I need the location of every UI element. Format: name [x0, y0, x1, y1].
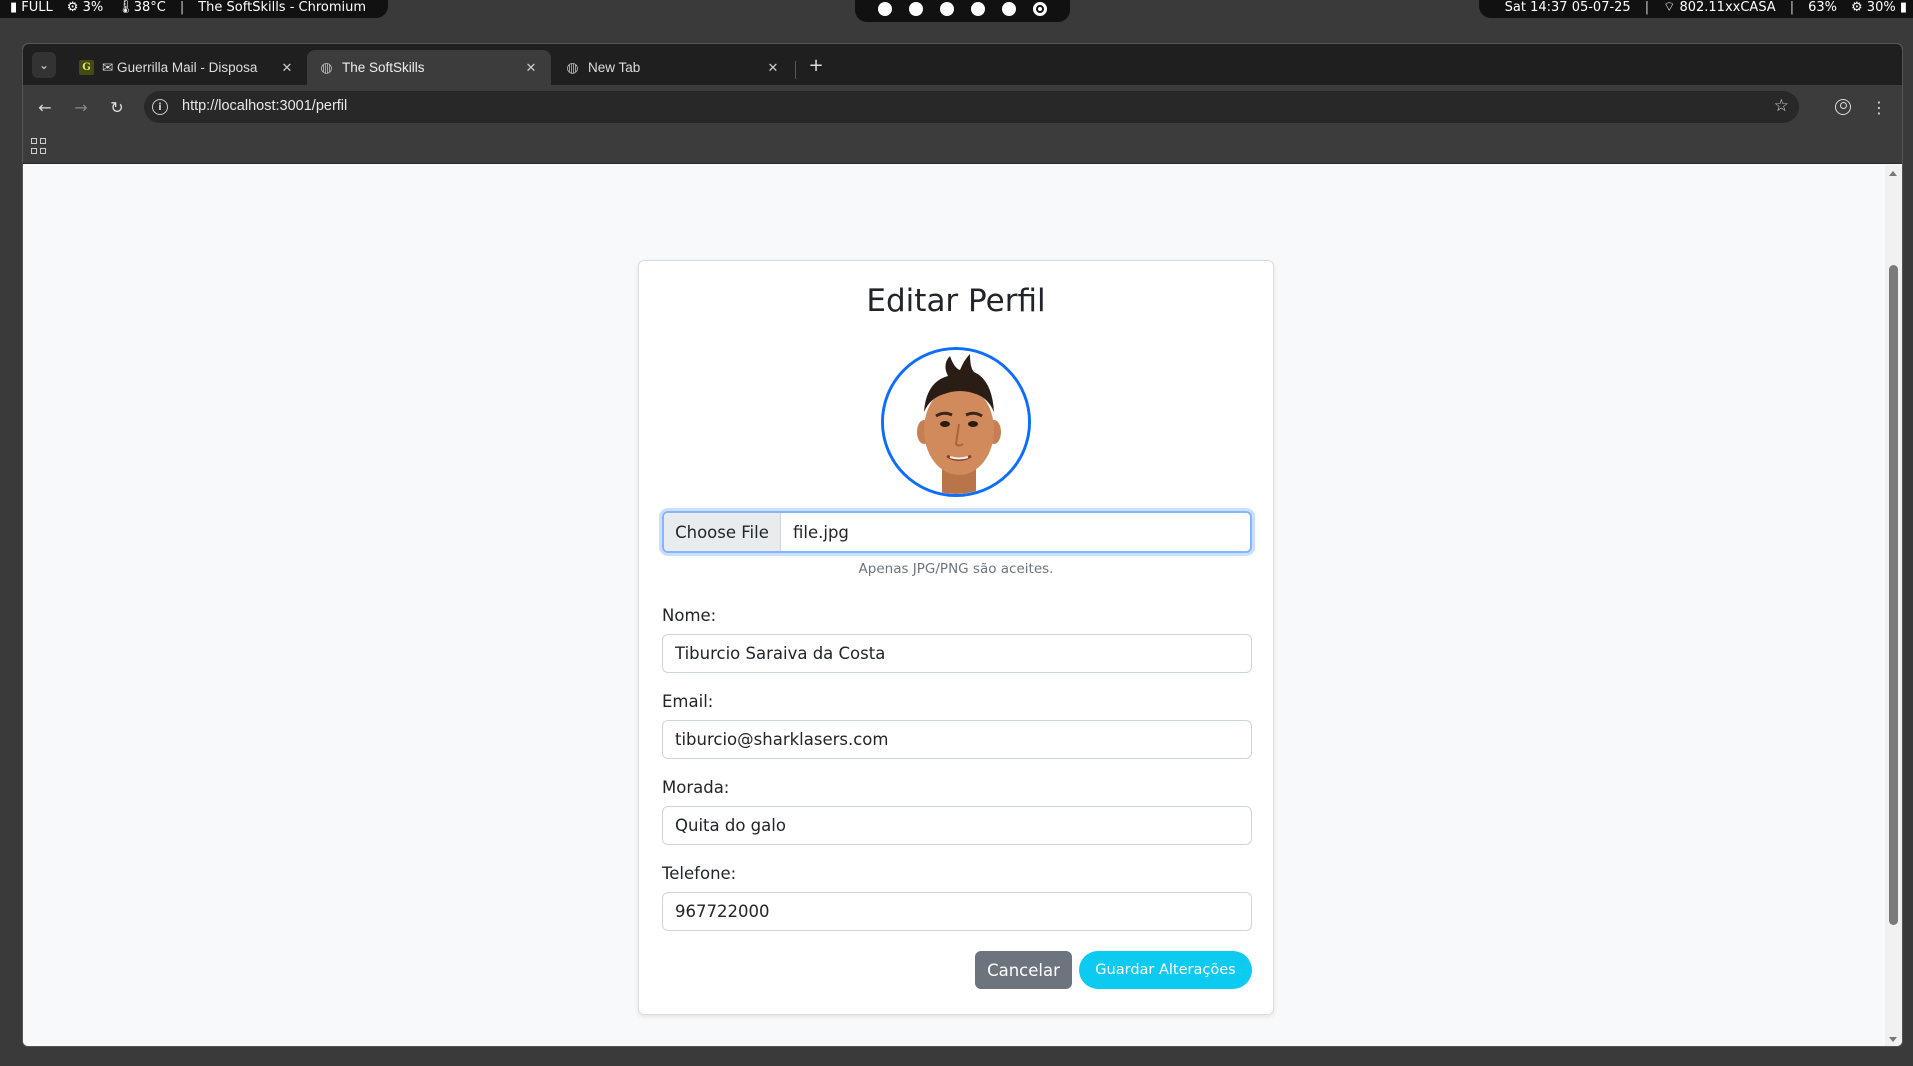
url-text: http://localhost:3001/perfil	[182, 98, 348, 114]
workspace-dot[interactable]	[878, 2, 892, 16]
browser-window: ⌄ G ✉ Guerrilla Mail - Disposa ✕ ◍ The S…	[22, 43, 1903, 1047]
system-top-bar: ▮ FULL ⚙ 3% 🌡38°C | The SoftSkills - Chr…	[0, 0, 1913, 22]
datetime: Sat 14:37 05-07-25	[1504, 0, 1631, 15]
volume-status: 63%	[1808, 0, 1837, 15]
tab-new-tab[interactable]: ◍ New Tab ✕	[553, 50, 793, 85]
close-icon[interactable]: ✕	[765, 60, 781, 76]
address-bar[interactable]: i http://localhost:3001/perfil ☆	[144, 91, 1799, 123]
morada-label: Morada:	[662, 778, 730, 797]
system-status-left: ▮ FULL ⚙ 3% 🌡38°C | The SoftSkills - Chr…	[0, 0, 389, 18]
edit-profile-card: Editar Perfil Choose File file.jpg Apena…	[638, 260, 1274, 1015]
browser-toolbar: ← → ↻ i http://localhost:3001/perfil ☆ ⋮	[23, 85, 1902, 129]
telefone-input[interactable]: 967722000	[662, 892, 1252, 931]
profile-avatar	[881, 347, 1031, 497]
workspace-dot[interactable]	[909, 2, 923, 16]
back-arrow-icon[interactable]: ←	[33, 95, 57, 119]
wifi-status: ⌔ 802.11xxCASA	[1663, 0, 1776, 15]
battery-status: ▮ FULL	[10, 0, 53, 15]
site-info-icon[interactable]: i	[152, 99, 168, 115]
cancel-button[interactable]: Cancelar	[975, 951, 1072, 989]
avatar-file-input[interactable]: Choose File file.jpg	[662, 511, 1252, 553]
selected-file-name: file.jpg	[793, 522, 849, 542]
nome-label: Nome:	[662, 606, 717, 625]
workspace-dot[interactable]	[971, 2, 985, 16]
globe-icon: ◍	[320, 59, 333, 75]
separator: |	[179, 0, 185, 15]
tab-divider	[795, 61, 796, 79]
profile-icon	[1835, 99, 1851, 115]
tab-label: New Tab	[588, 60, 641, 75]
choose-file-button[interactable]: Choose File	[664, 513, 781, 551]
page-viewport: Editar Perfil Choose File file.jpg Apena…	[23, 165, 1886, 1046]
avatar-face-image	[884, 350, 1028, 494]
workspace-dot[interactable]	[940, 2, 954, 16]
tab-search-button[interactable]: ⌄	[32, 52, 56, 78]
close-icon[interactable]: ✕	[279, 60, 295, 76]
window-title: The SoftSkills - Chromium	[198, 0, 367, 15]
close-icon[interactable]: ✕	[523, 60, 539, 76]
brightness-status: ⚙ 30% ▮	[1851, 0, 1907, 15]
profile-button[interactable]	[1831, 95, 1855, 119]
email-label: Email:	[662, 692, 714, 711]
separator: |	[1789, 0, 1795, 15]
globe-icon: ◍	[566, 59, 579, 75]
tab-guerrilla-mail[interactable]: G ✉ Guerrilla Mail - Disposa ✕	[67, 50, 307, 85]
file-format-hint: Apenas JPG/PNG são aceites.	[858, 561, 1054, 577]
guerrilla-mail-favicon: G	[79, 60, 94, 75]
telefone-label: Telefone:	[662, 864, 737, 883]
workspace-dot[interactable]	[1002, 2, 1016, 16]
tab-softskills[interactable]: ◍ The SoftSkills ✕	[307, 50, 551, 85]
nome-input[interactable]: Tiburcio Saraiva da Costa	[662, 634, 1252, 673]
forward-arrow-icon[interactable]: →	[69, 95, 93, 119]
separator: |	[1644, 0, 1650, 15]
system-status-right: Sat 14:37 05-07-25 | ⌔ 802.11xxCASA | 63…	[1478, 0, 1913, 18]
tab-label: The SoftSkills	[342, 60, 425, 75]
reload-icon[interactable]: ↻	[105, 95, 129, 119]
morada-input[interactable]: Quita do galo	[662, 806, 1252, 845]
save-changes-button[interactable]: Guardar Alterações	[1079, 951, 1252, 989]
bookmarks-bar	[23, 129, 1902, 164]
scroll-up-arrow-icon[interactable]	[1889, 171, 1897, 176]
workspace-dot-active[interactable]	[1033, 2, 1047, 16]
email-input[interactable]: tiburcio@sharklasers.com	[662, 720, 1252, 759]
workspace-switcher[interactable]	[855, 0, 1070, 22]
scroll-thumb[interactable]	[1889, 265, 1898, 925]
page-scrollbar[interactable]	[1885, 165, 1902, 1046]
tab-strip: ⌄ G ✉ Guerrilla Mail - Disposa ✕ ◍ The S…	[23, 44, 1902, 85]
cpu-status: ⚙ 3%	[66, 0, 104, 15]
bookmark-star-icon[interactable]: ☆	[1774, 96, 1789, 116]
menu-kebab-icon[interactable]: ⋮	[1867, 95, 1891, 119]
tab-label: ✉ Guerrilla Mail - Disposa	[102, 59, 258, 75]
apps-grid-icon[interactable]	[31, 138, 47, 154]
page-title: Editar Perfil	[866, 283, 1046, 319]
temperature-status: 🌡38°C	[117, 0, 166, 15]
new-tab-button[interactable]: +	[803, 52, 829, 78]
scroll-down-arrow-icon[interactable]	[1889, 1037, 1897, 1042]
